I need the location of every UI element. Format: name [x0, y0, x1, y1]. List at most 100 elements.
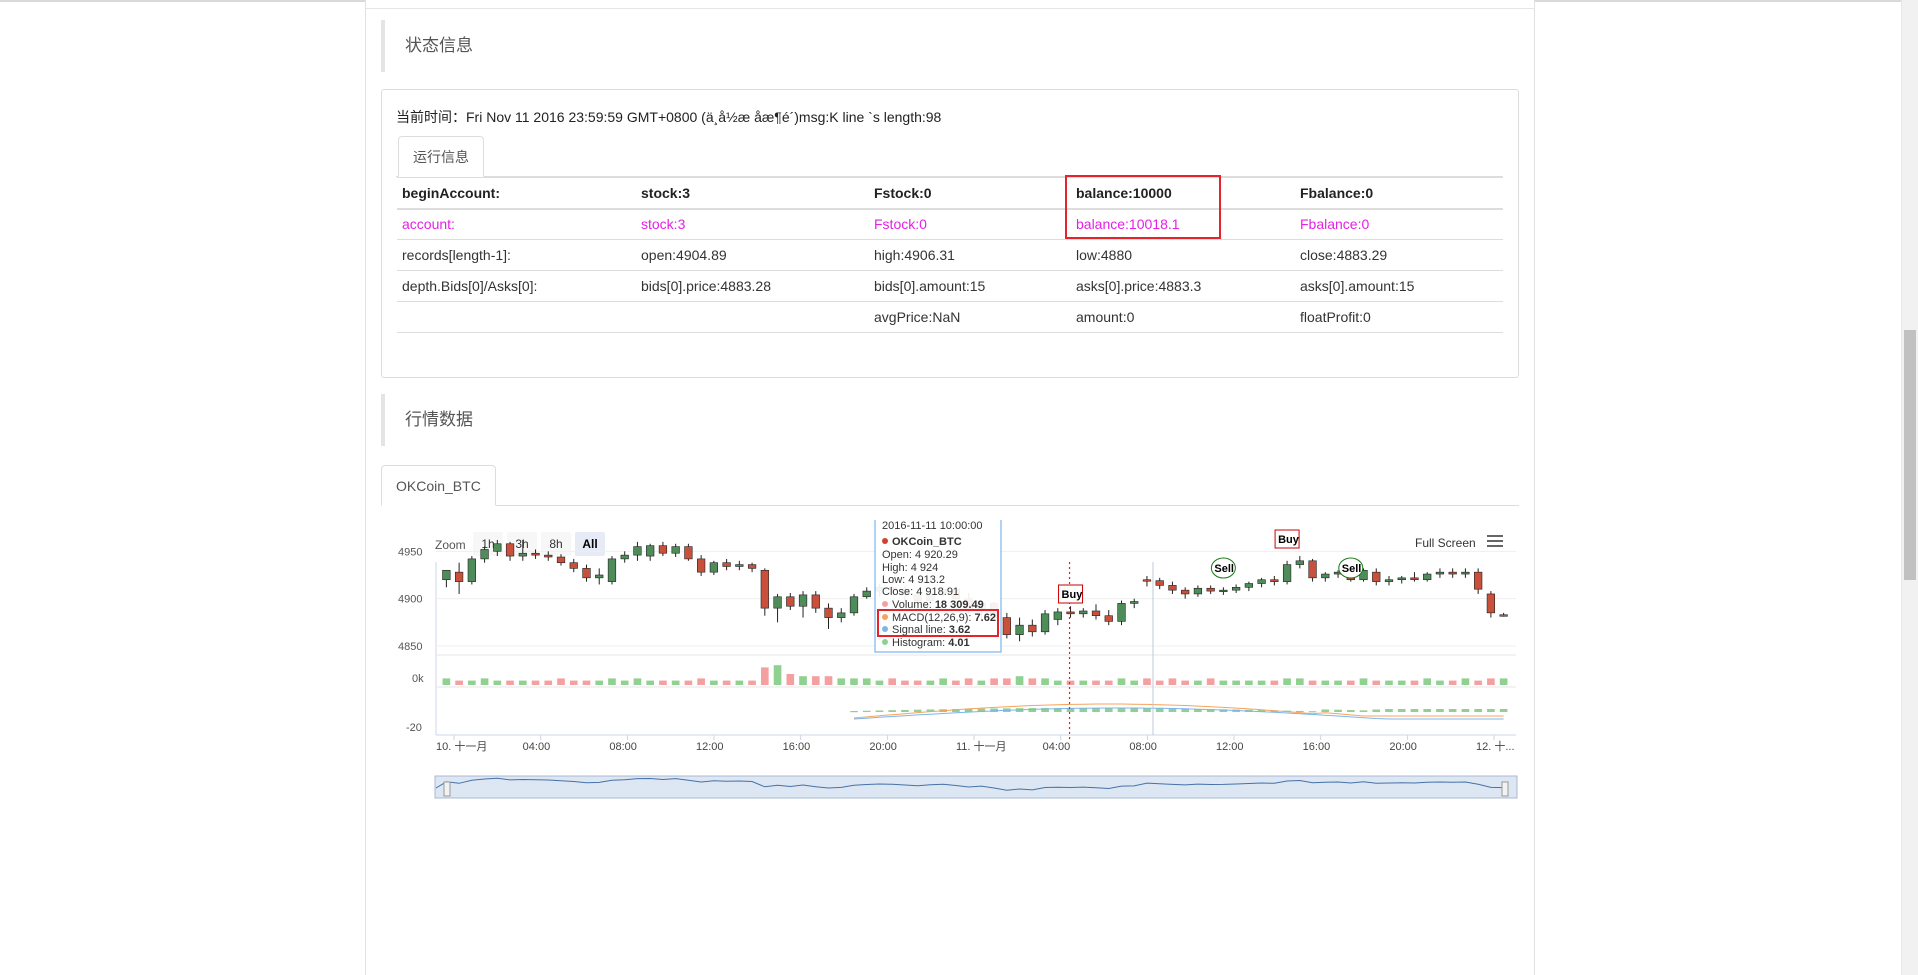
- sell-marker: Sell: [1210, 557, 1236, 579]
- volume-bar: [964, 678, 973, 685]
- histogram-bar: [888, 710, 897, 712]
- volume-bar: [710, 680, 718, 685]
- volume-bar: [1436, 680, 1444, 685]
- table-cell: beginAccount:: [397, 177, 636, 210]
- y-tick-label: 4850: [398, 641, 422, 653]
- volume-bar: [697, 678, 705, 685]
- volume-bar: [518, 680, 527, 685]
- volume-bar: [671, 680, 680, 685]
- volume-bar: [1410, 680, 1419, 685]
- x-tick-label: 10. 十一月: [436, 739, 487, 753]
- volume-bar: [1079, 680, 1088, 685]
- volume-bar: [1359, 678, 1368, 685]
- table-cell: stock:3: [636, 208, 869, 240]
- table-cell: floatProfit:0: [1295, 301, 1503, 333]
- candle-body: [1053, 611, 1062, 620]
- histogram-bar: [1461, 709, 1470, 712]
- histogram-bar: [1028, 708, 1037, 712]
- table-cell: high:4906.31: [869, 239, 1071, 271]
- tooltip-macd-dot: [882, 614, 888, 620]
- candle-body: [1384, 579, 1394, 582]
- tooltip-high: High: 4 924: [882, 562, 938, 574]
- x-tick-label: 04:00: [1043, 741, 1071, 753]
- histogram-bar: [1487, 709, 1495, 712]
- volume-bar: [1346, 680, 1355, 685]
- volume-bar: [1015, 676, 1024, 685]
- table-cell: Fbalance:0: [1295, 208, 1503, 240]
- histogram-bar: [1155, 708, 1164, 712]
- table-cell: depth.Bids[0]/Asks[0]:: [397, 270, 636, 302]
- volume-bar: [1219, 680, 1228, 685]
- volume-bar: [735, 680, 744, 685]
- table-row-depth: depth.Bids[0]/Asks[0]: bids[0].price:488…: [397, 270, 1503, 302]
- candle-body: [1321, 573, 1330, 579]
- volume-bar: [1066, 680, 1075, 685]
- volume-bar: [595, 680, 604, 685]
- candle-body: [1435, 571, 1445, 575]
- candle-body: [1295, 560, 1304, 565]
- volume-bar: [952, 680, 960, 685]
- candle-body: [824, 607, 833, 618]
- candle-body: [709, 562, 718, 573]
- candle-body: [837, 612, 846, 618]
- tooltip-series-name: OKCoin_BTC: [892, 536, 962, 548]
- table-cell: amount:0: [1071, 301, 1295, 333]
- volume-bar: [1397, 680, 1406, 685]
- tooltip-histogram-value: 4.01: [948, 637, 969, 649]
- candlestick-chart[interactable]: 50004950490048500k-2010. 十一月04:0008:0012…: [380, 520, 1520, 975]
- x-tick-label: 12:00: [1216, 741, 1244, 753]
- volume-bar: [1041, 678, 1049, 685]
- table-cell: [636, 301, 869, 333]
- volume-bar: [493, 680, 502, 685]
- volume-bar: [1003, 678, 1011, 685]
- histogram-bar: [1308, 711, 1317, 713]
- scrollbar-thumb[interactable]: [1904, 330, 1916, 580]
- tab-okcoin-btc[interactable]: OKCoin_BTC: [381, 465, 496, 506]
- candle-body: [1486, 593, 1496, 614]
- table-cell: close:4883.29: [1295, 239, 1503, 271]
- volume-bar: [620, 680, 629, 685]
- volume-bar: [1194, 680, 1202, 685]
- volume-bar: [1499, 678, 1508, 685]
- table-row-account: account: stock:3 Fstock:0 balance:10018.…: [397, 208, 1503, 240]
- histogram-bar: [1499, 709, 1508, 712]
- tooltip-signal-value: 3.62: [949, 624, 970, 636]
- candle-body: [697, 558, 706, 573]
- tooltip-date: 2016-11-11 10:00:00: [882, 520, 983, 532]
- volume-bar: [761, 667, 769, 685]
- volume-bar: [659, 680, 667, 685]
- table-cell: low:4880: [1071, 239, 1295, 271]
- candle-body: [1130, 601, 1139, 604]
- candle-body: [1117, 603, 1126, 622]
- histogram-bar: [1423, 709, 1432, 712]
- candle-body: [1168, 585, 1177, 591]
- candle-body: [658, 545, 668, 554]
- candle-body: [1461, 571, 1470, 575]
- volume-bar: [1257, 680, 1266, 685]
- histogram-bar: [1410, 709, 1419, 712]
- candle-body: [480, 549, 489, 560]
- candle-body: [849, 596, 859, 614]
- volume-bar: [1168, 678, 1177, 685]
- volume-bar: [557, 678, 565, 685]
- volume-bar: [506, 680, 514, 685]
- volume-bar: [1461, 678, 1470, 685]
- status-panel: 当前时间：Fri Nov 11 2016 23:59:59 GMT+0800 (…: [381, 89, 1519, 378]
- volume-bar: [1372, 680, 1381, 685]
- table-cell: [397, 301, 636, 333]
- volume-bar: [468, 680, 476, 685]
- volume-bar: [888, 678, 897, 685]
- tooltip-low: Low: 4 913.2: [882, 574, 945, 586]
- table-cell: open:4904.89: [636, 239, 869, 271]
- candle-body: [786, 596, 795, 607]
- table-cell: bids[0].amount:15: [869, 270, 1071, 302]
- tab-run-info[interactable]: 运行信息: [398, 136, 484, 177]
- volume-tick-label: 0k: [412, 673, 424, 685]
- vertical-scrollbar[interactable]: [1901, 0, 1918, 975]
- volume-bar: [939, 678, 947, 685]
- tooltip-hist-dot: [882, 639, 888, 645]
- volume-bar: [913, 680, 922, 685]
- tooltip-macd: MACD(12,26,9): 7.62: [892, 612, 996, 624]
- candle-body: [633, 546, 642, 556]
- candle-body: [454, 571, 464, 582]
